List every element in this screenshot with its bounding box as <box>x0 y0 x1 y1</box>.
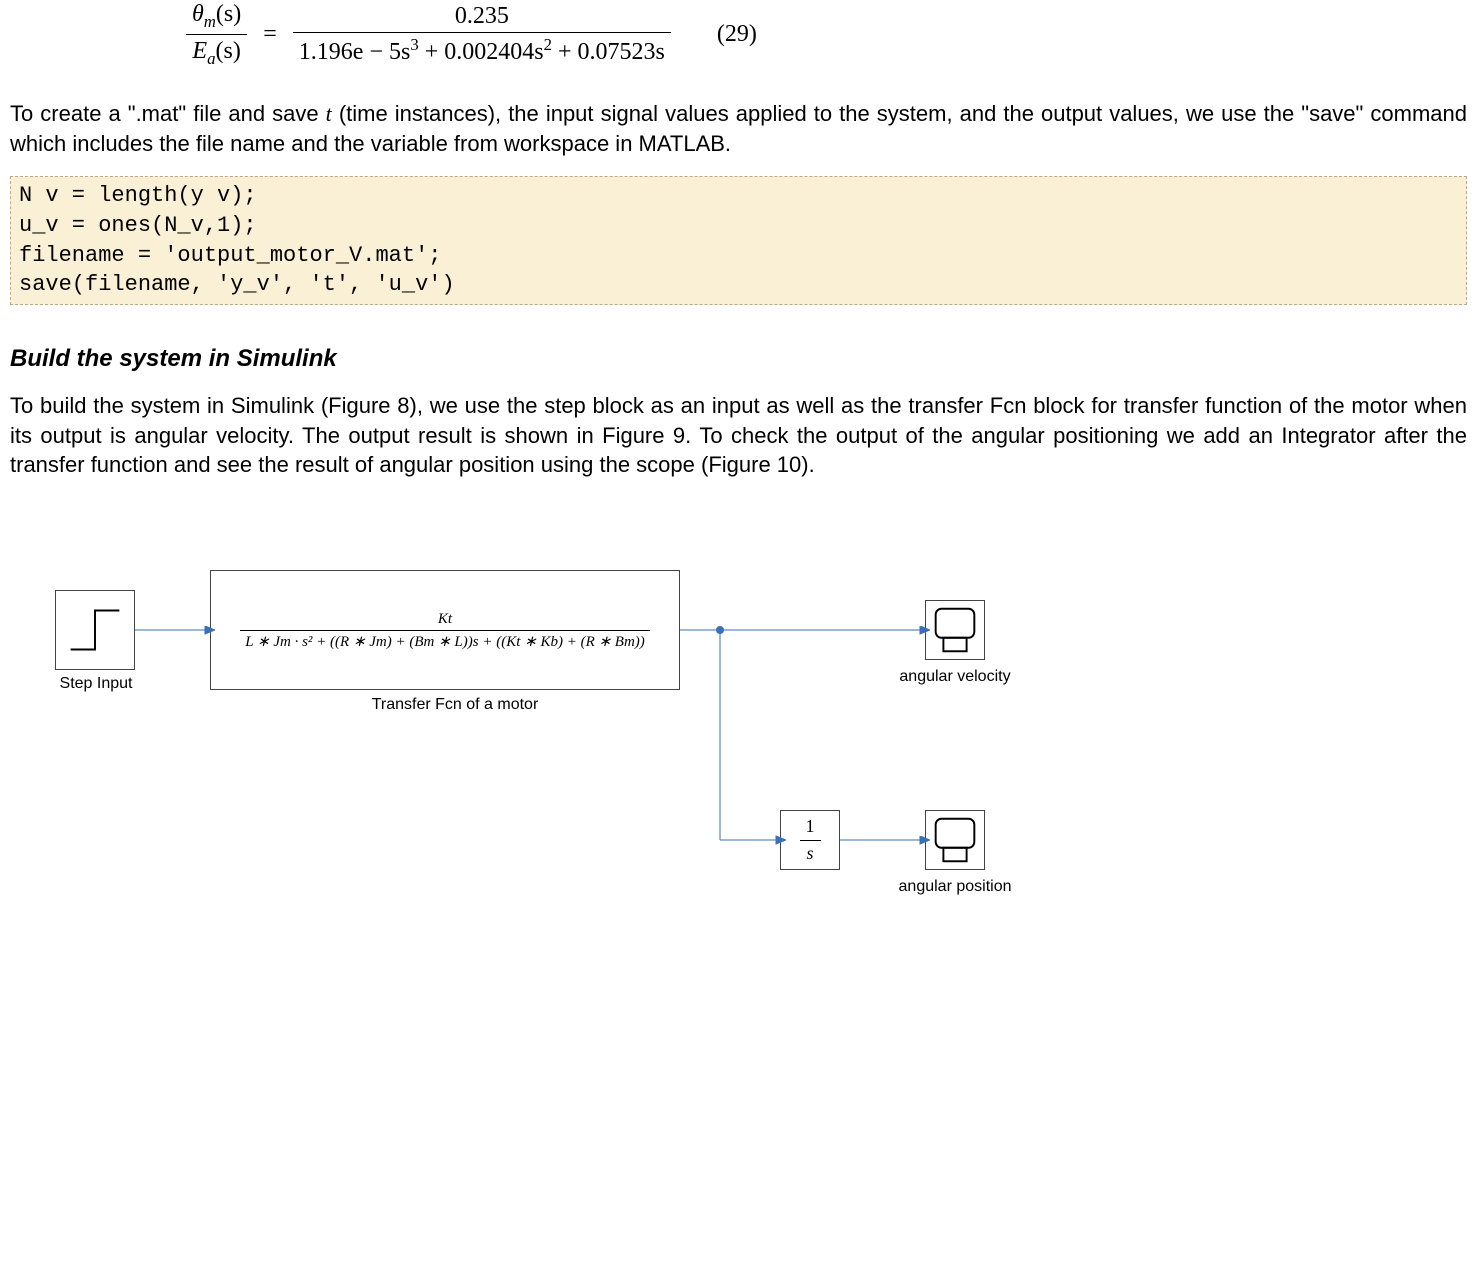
wire-integrator-to-scope2 <box>840 836 930 846</box>
rhs-den-a: 1.196e − 5s <box>299 39 411 65</box>
step-icon <box>56 591 134 669</box>
lhs-den-arg: (s) <box>215 38 240 64</box>
equation-29: θm(s) Ea(s) = 0.235 1.196e − 5s3 + 0.002… <box>180 0 1467 69</box>
rhs-num: 0.235 <box>293 2 671 34</box>
step-input-label: Step Input <box>51 675 141 693</box>
code-line-4: save(filename, 'y_v', 't', 'u_v') <box>19 272 455 297</box>
equals-sign: = <box>263 21 277 48</box>
tf-denominator: L ∗ Jm · s² + ((R ∗ Jm) + (Bm ∗ L))s + (… <box>240 631 650 653</box>
tf-fraction: Kt L ∗ Jm · s² + ((R ∗ Jm) + (Bm ∗ L))s … <box>240 608 650 653</box>
integrator-block: 1 s <box>780 810 840 870</box>
matlab-code-block: N v = length(y v); u_v = ones(N_v,1); fi… <box>10 176 1467 305</box>
code-line-2: u_v = ones(N_v,1); <box>19 213 257 238</box>
scope-angular-velocity-block <box>925 600 985 660</box>
lhs-num-sub: m <box>204 12 216 31</box>
integrator-num: 1 <box>800 816 821 841</box>
scope-icon <box>926 601 984 659</box>
subheading-build-simulink: Build the system in Simulink <box>10 345 1467 373</box>
scope-angular-position-label: angular position <box>890 878 1020 896</box>
paragraph-save-mat: To create a ".mat" file and save t (time… <box>10 99 1467 158</box>
scope-icon <box>926 811 984 869</box>
code-line-1: N v = length(y v); <box>19 183 257 208</box>
step-input-block <box>55 590 135 670</box>
integrator-fraction: 1 s <box>800 816 821 864</box>
para1-a: To create a ".mat" file and save <box>10 101 326 126</box>
equation-body: θm(s) Ea(s) = 0.235 1.196e − 5s3 + 0.002… <box>180 0 677 69</box>
equation-number: (29) <box>717 21 757 48</box>
scope-angular-velocity-label: angular velocity <box>890 668 1020 686</box>
transfer-fcn-label: Transfer Fcn of a motor <box>355 696 555 714</box>
code-line-3: filename = 'output_motor_V.mat'; <box>19 243 441 268</box>
wire-to-integrator <box>716 630 786 845</box>
lhs-fraction: θm(s) Ea(s) <box>186 0 247 69</box>
paragraph-simulink: To build the system in Simulink (Figure … <box>10 391 1467 480</box>
lhs-num-var: θ <box>192 1 204 27</box>
wire-step-to-tf <box>135 626 215 636</box>
simulink-diagram: Step Input Kt L ∗ Jm · s² + ((R ∗ Jm) + … <box>35 540 1065 970</box>
rhs-den-c: + 0.07523s <box>552 39 665 65</box>
rhs-den-exp1: 3 <box>410 35 418 54</box>
rhs-fraction: 0.235 1.196e − 5s3 + 0.002404s2 + 0.0752… <box>293 2 671 68</box>
transfer-fcn-block: Kt L ∗ Jm · s² + ((R ∗ Jm) + (Bm ∗ L))s … <box>210 570 680 690</box>
scope-angular-position-block <box>925 810 985 870</box>
tf-numerator: Kt <box>240 608 650 631</box>
lhs-den-var: E <box>192 38 207 64</box>
rhs-den-b: + 0.002404s <box>419 39 544 65</box>
lhs-num-arg: (s) <box>216 1 241 27</box>
wire-tf-out <box>680 626 720 636</box>
integrator-den: s <box>800 841 821 865</box>
rhs-den-exp2: 2 <box>544 35 552 54</box>
